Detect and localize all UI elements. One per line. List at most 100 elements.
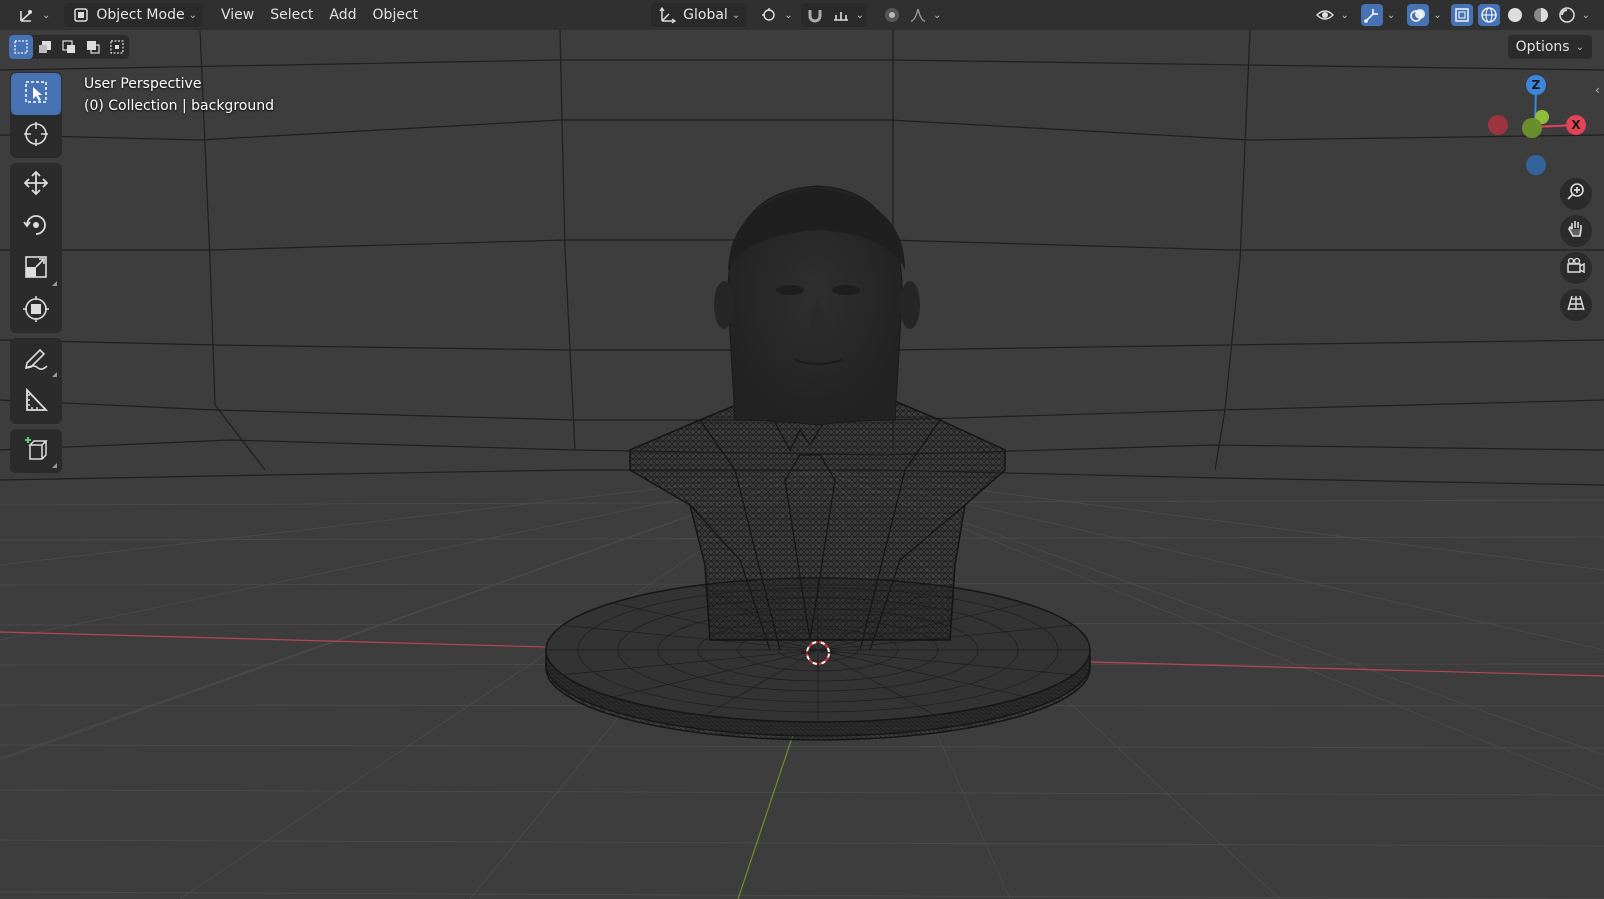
tool-group-annotate <box>10 338 62 424</box>
chevron-down-icon: ⌄ <box>855 9 864 21</box>
tool-group-add <box>10 429 62 473</box>
sidebar-collapse-arrow[interactable]: ‹ <box>1595 83 1600 97</box>
chevron-down-icon: ⌄ <box>1433 9 1442 21</box>
head-mesh <box>714 185 920 426</box>
select-box-tool[interactable] <box>11 73 61 115</box>
ortho-toggle-button[interactable] <box>1560 289 1592 321</box>
measure-tool[interactable] <box>11 381 61 423</box>
material-preview-shading-icon[interactable] <box>1530 4 1552 26</box>
menu-add[interactable]: Add <box>321 3 364 27</box>
proportional-editing-toggle[interactable]: ⌄ <box>875 3 947 27</box>
zoom-icon <box>1566 182 1586 206</box>
tool-shelf <box>10 72 62 478</box>
measure-icon <box>22 386 50 418</box>
proportional-editing-icon <box>881 4 903 26</box>
rotate-tool[interactable] <box>11 206 61 248</box>
overlays-toggle[interactable]: ⌄ <box>1401 3 1447 27</box>
xray-toggle-icon <box>1450 4 1473 26</box>
move-icon <box>22 169 50 201</box>
options-label: Options <box>1515 39 1570 55</box>
gizmo-x-axis[interactable]: X <box>1566 115 1586 135</box>
select-extend-icon[interactable] <box>33 35 57 59</box>
chevron-down-icon: ⌄ <box>1386 9 1396 21</box>
viewport-header: ⌄ Object Mode ⌄ View Select Add Object G… <box>0 0 1604 30</box>
ortho-grid-icon <box>1566 293 1586 317</box>
mode-label: Object Mode <box>96 7 185 23</box>
select-invert-icon[interactable] <box>81 35 105 59</box>
pivot-point-dropdown[interactable]: ⌄ <box>752 3 798 27</box>
add-cube-tool[interactable] <box>11 430 61 472</box>
snap-increment-icon[interactable] <box>830 4 852 26</box>
menu-view[interactable]: View <box>213 3 262 27</box>
zoom-button[interactable] <box>1560 178 1592 210</box>
chevron-down-icon: ⌄ <box>784 9 793 21</box>
tool-variants-indicator <box>52 281 57 286</box>
tool-variants-indicator <box>52 372 57 377</box>
collection-name: (0) Collection <box>84 98 178 114</box>
tool-group-select <box>10 72 62 158</box>
snap-toggle[interactable]: ⌄ <box>800 3 867 27</box>
navigation-gizmo[interactable]: Z X <box>1480 70 1590 180</box>
orientation-axes-icon <box>657 4 679 26</box>
scale-icon <box>22 253 50 285</box>
wireframe-shading-icon[interactable] <box>1477 4 1500 26</box>
chevron-down-icon: ⌄ <box>1575 41 1584 53</box>
cursor-icon <box>22 120 50 152</box>
editor-type-button[interactable]: ⌄ <box>10 3 56 27</box>
rendered-shading-icon[interactable] <box>1556 4 1578 26</box>
object-visibility-icon <box>1314 4 1336 26</box>
chevron-down-icon: ⌄ <box>42 9 51 21</box>
scale-tool[interactable] <box>11 248 61 290</box>
gizmo-toggle[interactable]: ⌄ <box>1355 3 1401 27</box>
options-dropdown[interactable]: Options ⌄ <box>1507 35 1592 59</box>
chevron-down-icon[interactable]: ⌄ <box>1582 10 1590 21</box>
active-object-name: background <box>191 98 274 114</box>
camera-view-button[interactable] <box>1560 252 1592 284</box>
view-name: User Perspective <box>84 76 202 92</box>
menu-select[interactable]: Select <box>262 3 321 27</box>
solid-shading-icon[interactable] <box>1504 4 1526 26</box>
separator: | <box>181 98 192 114</box>
magnet-snap-icon <box>804 4 826 26</box>
transform-icon <box>22 295 50 327</box>
object-mode-icon <box>70 4 92 26</box>
camera-view-icon <box>1566 256 1586 280</box>
gizmo-neg-z-axis[interactable] <box>1526 155 1546 175</box>
chevron-down-icon: ⌄ <box>932 9 942 21</box>
chevron-down-icon: ⌄ <box>188 9 197 21</box>
visibility-dropdown[interactable]: ⌄ <box>1308 3 1354 27</box>
gizmo-z-axis[interactable]: Z <box>1526 75 1546 95</box>
pan-hand-icon <box>1566 219 1586 243</box>
gizmo-neg-y-axis[interactable] <box>1522 118 1542 138</box>
falloff-curve-icon[interactable] <box>907 4 929 26</box>
annotate-tool[interactable] <box>11 339 61 381</box>
move-tool[interactable] <box>11 164 61 206</box>
gizmo-toggle-icon <box>1360 4 1383 26</box>
annotate-icon <box>22 344 50 376</box>
select-new-icon[interactable] <box>9 35 33 59</box>
add-cube-icon <box>22 435 50 467</box>
transform-orientation-dropdown[interactable]: Global ⌄ <box>651 3 747 27</box>
gizmo-neg-x-axis[interactable] <box>1488 115 1508 135</box>
chevron-down-icon: ⌄ <box>731 9 741 21</box>
viewport-scene[interactable] <box>0 0 1604 899</box>
collection-info: (0) Collection | background <box>84 95 274 117</box>
pan-button[interactable] <box>1560 215 1592 247</box>
menu-object[interactable]: Object <box>365 3 427 27</box>
transform-tool[interactable] <box>11 290 61 332</box>
3d-viewport-icon <box>16 4 38 26</box>
cursor-tool[interactable] <box>11 115 61 157</box>
pivot-point-icon <box>758 4 780 26</box>
select-mode-group <box>9 35 129 59</box>
mode-dropdown[interactable]: Object Mode ⌄ <box>64 3 203 27</box>
overlays-icon <box>1407 4 1430 26</box>
select-subtract-icon[interactable] <box>57 35 81 59</box>
transform-orientation-label: Global <box>683 7 728 23</box>
chevron-down-icon: ⌄ <box>1340 9 1349 21</box>
select-intersect-icon[interactable] <box>105 35 129 59</box>
xray-toggle[interactable] <box>1448 3 1476 27</box>
tool-group-transform <box>10 163 62 333</box>
3d-viewport[interactable]: ⌄ Object Mode ⌄ View Select Add Object G… <box>0 0 1604 899</box>
viewport-info: User Perspective (0) Collection | backgr… <box>84 73 274 117</box>
select-box-icon <box>23 79 49 109</box>
